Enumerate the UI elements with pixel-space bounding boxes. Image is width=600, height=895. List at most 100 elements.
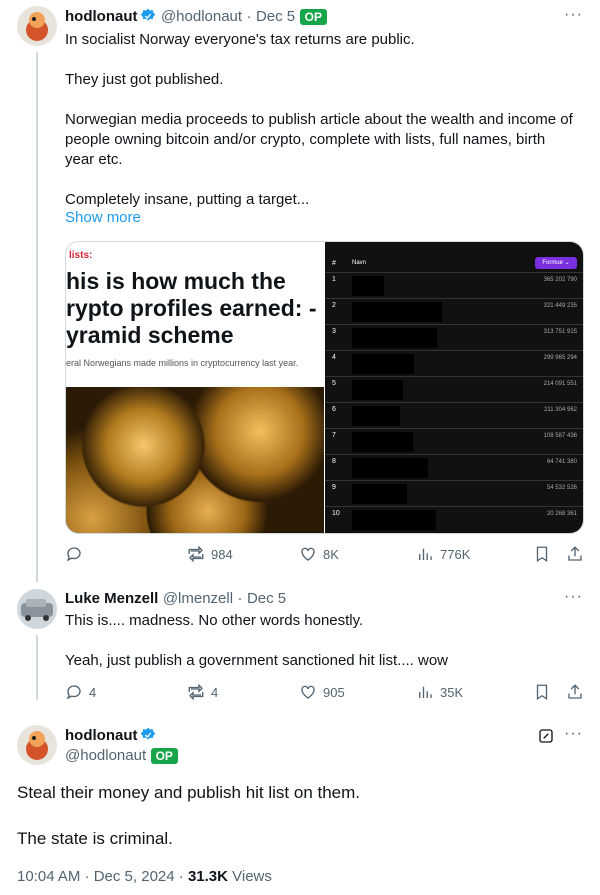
author-handle[interactable]: @lmenzell bbox=[163, 590, 233, 607]
views-button[interactable]: 776K bbox=[416, 545, 470, 563]
row-value: 313 751 915 bbox=[543, 329, 577, 335]
redacted-name bbox=[352, 276, 384, 296]
article-headline: his is how much the rypto profiles earne… bbox=[66, 268, 317, 348]
tweet3-handle-row: @hodlonaut OP bbox=[65, 747, 178, 765]
redacted-name bbox=[352, 432, 413, 452]
views-count: 31.3K bbox=[187, 868, 228, 885]
list-row: 6 211 304 962 bbox=[325, 402, 583, 429]
row-value: 211 304 962 bbox=[544, 407, 577, 413]
op-badge: OP bbox=[299, 9, 327, 25]
row-number: 4 bbox=[332, 354, 336, 361]
like-button[interactable]: 905 bbox=[299, 683, 345, 701]
share-icon[interactable] bbox=[566, 683, 584, 706]
sort-dropdown: Formue ⌄ bbox=[535, 257, 577, 269]
avatar-lmenzell[interactable] bbox=[17, 589, 57, 629]
tweet-timestamp[interactable]: 10:04 AM · Dec 5, 2024 · bbox=[17, 868, 188, 885]
views-icon bbox=[419, 548, 432, 560]
show-more-link[interactable]: Show more bbox=[65, 209, 141, 226]
row-value: 64 741 380 bbox=[546, 459, 577, 465]
more-icon[interactable]: ··· bbox=[564, 588, 583, 606]
redacted-name bbox=[352, 484, 407, 504]
thread-line bbox=[36, 52, 38, 582]
like-icon bbox=[301, 685, 315, 699]
bookmark-icon[interactable] bbox=[533, 545, 551, 568]
article-kicker: lists: bbox=[69, 250, 93, 261]
reply-icon bbox=[66, 547, 81, 562]
reply-button[interactable] bbox=[65, 545, 89, 563]
tweet1-text: In socialist Norway everyone's tax retur… bbox=[65, 31, 573, 208]
list-row: 4 299 965 294 bbox=[325, 350, 583, 377]
views-label: Views bbox=[227, 868, 272, 885]
author-handle[interactable]: @hodlonaut bbox=[161, 8, 242, 25]
row-number: 8 bbox=[332, 458, 336, 465]
tweet-date[interactable]: Dec 5 bbox=[256, 8, 295, 25]
row-number: 7 bbox=[332, 432, 336, 439]
bitcoin-coins-photo bbox=[66, 387, 324, 533]
repost-icon bbox=[188, 545, 204, 563]
row-value: 321 449 235 bbox=[543, 303, 577, 309]
like-button[interactable]: 8K bbox=[299, 545, 339, 563]
bookmark-icon[interactable] bbox=[533, 683, 551, 706]
row-number: 5 bbox=[332, 380, 336, 387]
row-value: 20 268 361 bbox=[546, 511, 577, 517]
col-name: Navn bbox=[352, 260, 367, 266]
thread-line bbox=[36, 635, 38, 700]
row-value: 108 587 436 bbox=[543, 433, 577, 439]
list-row: 10 20 268 361 bbox=[325, 506, 583, 533]
author-handle[interactable]: @hodlonaut bbox=[65, 747, 146, 764]
row-number: 10 bbox=[332, 510, 340, 517]
list-row: 8 64 741 380 bbox=[325, 454, 583, 481]
share-icon[interactable] bbox=[566, 545, 584, 568]
views-icon bbox=[419, 686, 432, 698]
author-name[interactable]: hodlonaut bbox=[65, 727, 137, 744]
redacted-name bbox=[352, 406, 400, 426]
col-sort: Formue bbox=[542, 260, 563, 266]
redacted-name bbox=[352, 302, 442, 322]
author-name[interactable]: hodlonaut bbox=[65, 8, 137, 25]
list-row: 1 365 202 790 bbox=[325, 272, 583, 299]
reply-button[interactable]: 4 bbox=[65, 683, 96, 701]
tweet3-text: Steal their money and publish hit list o… bbox=[17, 783, 361, 848]
list-row: 7 108 587 436 bbox=[325, 428, 583, 455]
avatar-hodlonaut[interactable] bbox=[17, 725, 57, 765]
author-name[interactable]: Luke Menzell bbox=[65, 590, 158, 607]
reply-icon bbox=[66, 685, 81, 700]
row-number: 6 bbox=[332, 406, 336, 413]
verified-icon bbox=[141, 8, 156, 21]
views-button[interactable]: 35K bbox=[416, 683, 463, 701]
op-badge: OP bbox=[150, 748, 178, 764]
row-number: 2 bbox=[332, 302, 336, 309]
row-number: 3 bbox=[332, 328, 336, 335]
crypto-list-image: # Navn Formue ⌄ 1 365 202 790 2 321 449 235… bbox=[325, 242, 583, 533]
list-row: 9 54 532 526 bbox=[325, 480, 583, 507]
more-icon[interactable]: ··· bbox=[564, 725, 583, 743]
edit-icon[interactable] bbox=[537, 727, 555, 750]
row-number: 9 bbox=[332, 484, 336, 491]
redacted-name bbox=[352, 380, 403, 400]
tweet1-header: hodlonaut @hodlonaut · Dec 5 OP bbox=[65, 8, 575, 26]
verified-icon bbox=[141, 727, 156, 740]
repost-button[interactable]: 984 bbox=[187, 545, 233, 563]
row-value: 54 532 526 bbox=[546, 485, 577, 491]
row-value: 299 965 294 bbox=[543, 355, 577, 361]
tweet2-header: Luke Menzell @lmenzell · Dec 5 bbox=[65, 590, 287, 607]
list-row: 3 313 751 915 bbox=[325, 324, 583, 351]
more-icon[interactable]: ··· bbox=[564, 6, 583, 24]
col-num: # bbox=[332, 260, 336, 267]
tweet1-media[interactable]: lists: his is how much the rypto profile… bbox=[65, 241, 584, 534]
row-value: 214 091 551 bbox=[543, 381, 577, 387]
redacted-name bbox=[352, 458, 428, 478]
redacted-name bbox=[352, 510, 436, 530]
redacted-name bbox=[352, 328, 437, 348]
row-value: 365 202 790 bbox=[543, 277, 577, 283]
row-number: 1 bbox=[332, 276, 336, 283]
tweet3-meta: 10:04 AM · Dec 5, 2024 · 31.3K Views bbox=[17, 868, 272, 885]
tweet3-name: hodlonaut bbox=[65, 727, 156, 745]
article-image: lists: his is how much the rypto profile… bbox=[66, 242, 324, 533]
article-subline: eral Norwegians made millions in cryptoc… bbox=[66, 358, 299, 368]
tweet-date[interactable]: Dec 5 bbox=[247, 590, 286, 607]
like-icon bbox=[301, 547, 315, 561]
tweet2-text: This is.... madness. No other words hone… bbox=[65, 612, 448, 669]
avatar-hodlonaut[interactable] bbox=[17, 6, 57, 46]
repost-button[interactable]: 4 bbox=[187, 683, 218, 701]
